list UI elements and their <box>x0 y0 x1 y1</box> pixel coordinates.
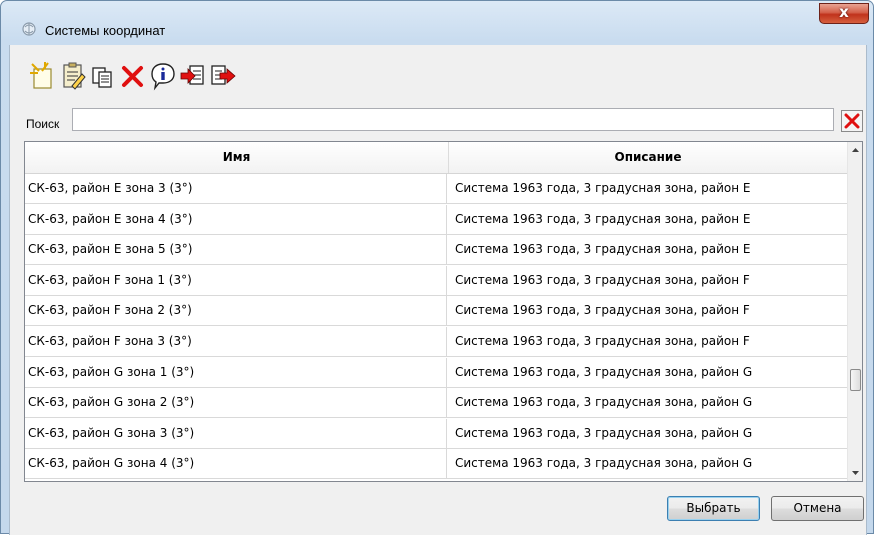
scroll-thumb[interactable] <box>850 369 861 391</box>
copy-button[interactable] <box>88 60 118 92</box>
cell-description: Система 1963 года, 3 градусная зона, рай… <box>455 181 751 195</box>
copy-icon <box>92 67 112 88</box>
column-header-name[interactable]: Имя <box>25 142 449 173</box>
cell-name: СК-63, район F зона 2 (3°) <box>25 296 447 326</box>
info-icon <box>151 63 175 91</box>
cell-description: Система 1963 года, 3 градусная зона, рай… <box>455 334 750 348</box>
title-bar[interactable]: Системы координат x <box>1 1 873 45</box>
cell-description: Система 1963 года, 3 градусная зона, рай… <box>455 242 751 257</box>
close-icon: x <box>839 3 849 21</box>
cell-name: СК-63, район E зона 3 (3°) <box>25 174 447 203</box>
select-button[interactable]: Выбрать <box>667 496 760 521</box>
export-icon <box>211 65 236 85</box>
cell-description: Система 1963 года, 3 градусная зона, рай… <box>455 395 753 410</box>
cell-description: Система 1963 года, 3 градусная зона, рай… <box>455 364 753 379</box>
clear-search-button[interactable] <box>841 110 863 132</box>
table-row[interactable]: СК-63, район G зона 2 (3°) Система 1963 г… <box>25 388 847 419</box>
new-icon <box>30 62 52 89</box>
cell-name: СК-63, район F зона 3 (3°) <box>25 327 447 356</box>
cell-name: СК-63, район E зона 4 (3°) <box>25 204 447 234</box>
export-button[interactable] <box>208 60 238 92</box>
cell-description: Система 1963 года, 3 градусная зона, рай… <box>455 425 753 440</box>
table-row[interactable]: СК-63, район E зона 3 (3°) Система 1963 г… <box>25 174 847 204</box>
new-button[interactable] <box>28 60 58 92</box>
vertical-scrollbar[interactable] <box>847 142 862 481</box>
table-row[interactable]: СК-63, район F зона 2 (3°) Система 1963 г… <box>25 296 847 327</box>
cell-name: СК-63, район G зона 3 (3°) <box>25 418 447 448</box>
window-title: Системы координат <box>45 23 166 38</box>
table-header: Имя Описание <box>25 142 847 174</box>
close-button[interactable]: x <box>819 3 869 24</box>
cell-name: СК-63, район G зона 1 (3°) <box>25 357 447 387</box>
cell-name: СК-63, район G зона 2 (3°) <box>25 388 447 418</box>
search-input[interactable] <box>72 108 834 131</box>
app-icon <box>22 22 36 36</box>
select-button-label: Выбрать <box>686 501 741 515</box>
table-row[interactable]: СК-63, район G зона 1 (3°) Система 1963 г… <box>25 357 847 388</box>
table-row[interactable]: СК-63, район G зона 4 (3°) Система 1963 г… <box>25 449 847 480</box>
cell-description: Система 1963 года, 3 градусная зона, рай… <box>455 211 751 226</box>
scroll-down-icon[interactable] <box>848 464 863 481</box>
cell-name: СК-63, район G зона 4 (3°) <box>25 449 447 479</box>
cell-description: Система 1963 года, 3 градусная зона, рай… <box>455 303 750 318</box>
coordinate-systems-table: Имя Описание СК-63, район E зона 3 (3°) С… <box>24 141 863 482</box>
table-row[interactable]: СК-63, район F зона 1 (3°) Система 1963 г… <box>25 265 847 296</box>
clear-icon <box>844 113 860 129</box>
table-row[interactable]: СК-63, район E зона 4 (3°) Система 1963 г… <box>25 204 847 235</box>
cancel-button[interactable]: Отмена <box>771 496 864 521</box>
table-row[interactable]: СК-63, район G зона 3 (3°) Система 1963 г… <box>25 418 847 449</box>
column-header-description[interactable]: Описание <box>449 142 847 173</box>
cell-name: СК-63, район F зона 1 (3°) <box>25 265 447 295</box>
edit-icon <box>63 62 86 90</box>
import-button[interactable] <box>178 60 208 92</box>
cell-description: Система 1963 года, 3 градусная зона, рай… <box>455 272 750 287</box>
cell-description: Система 1963 года, 3 градусная зона, рай… <box>455 456 753 471</box>
search-label: Поиск <box>26 117 60 131</box>
edit-button[interactable] <box>58 60 88 92</box>
table-row[interactable]: СК-63, район E зона 5 (3°) Система 1963 г… <box>25 235 847 266</box>
info-button[interactable] <box>148 60 178 92</box>
cancel-button-label: Отмена <box>793 501 842 515</box>
import-icon <box>180 65 204 85</box>
scroll-up-icon[interactable] <box>848 142 863 159</box>
delete-icon <box>122 66 143 87</box>
cell-name: СК-63, район E зона 5 (3°) <box>25 235 447 265</box>
delete-button[interactable] <box>118 60 148 92</box>
table-row[interactable]: СК-63, район F зона 3 (3°) Система 1963 г… <box>25 327 847 357</box>
